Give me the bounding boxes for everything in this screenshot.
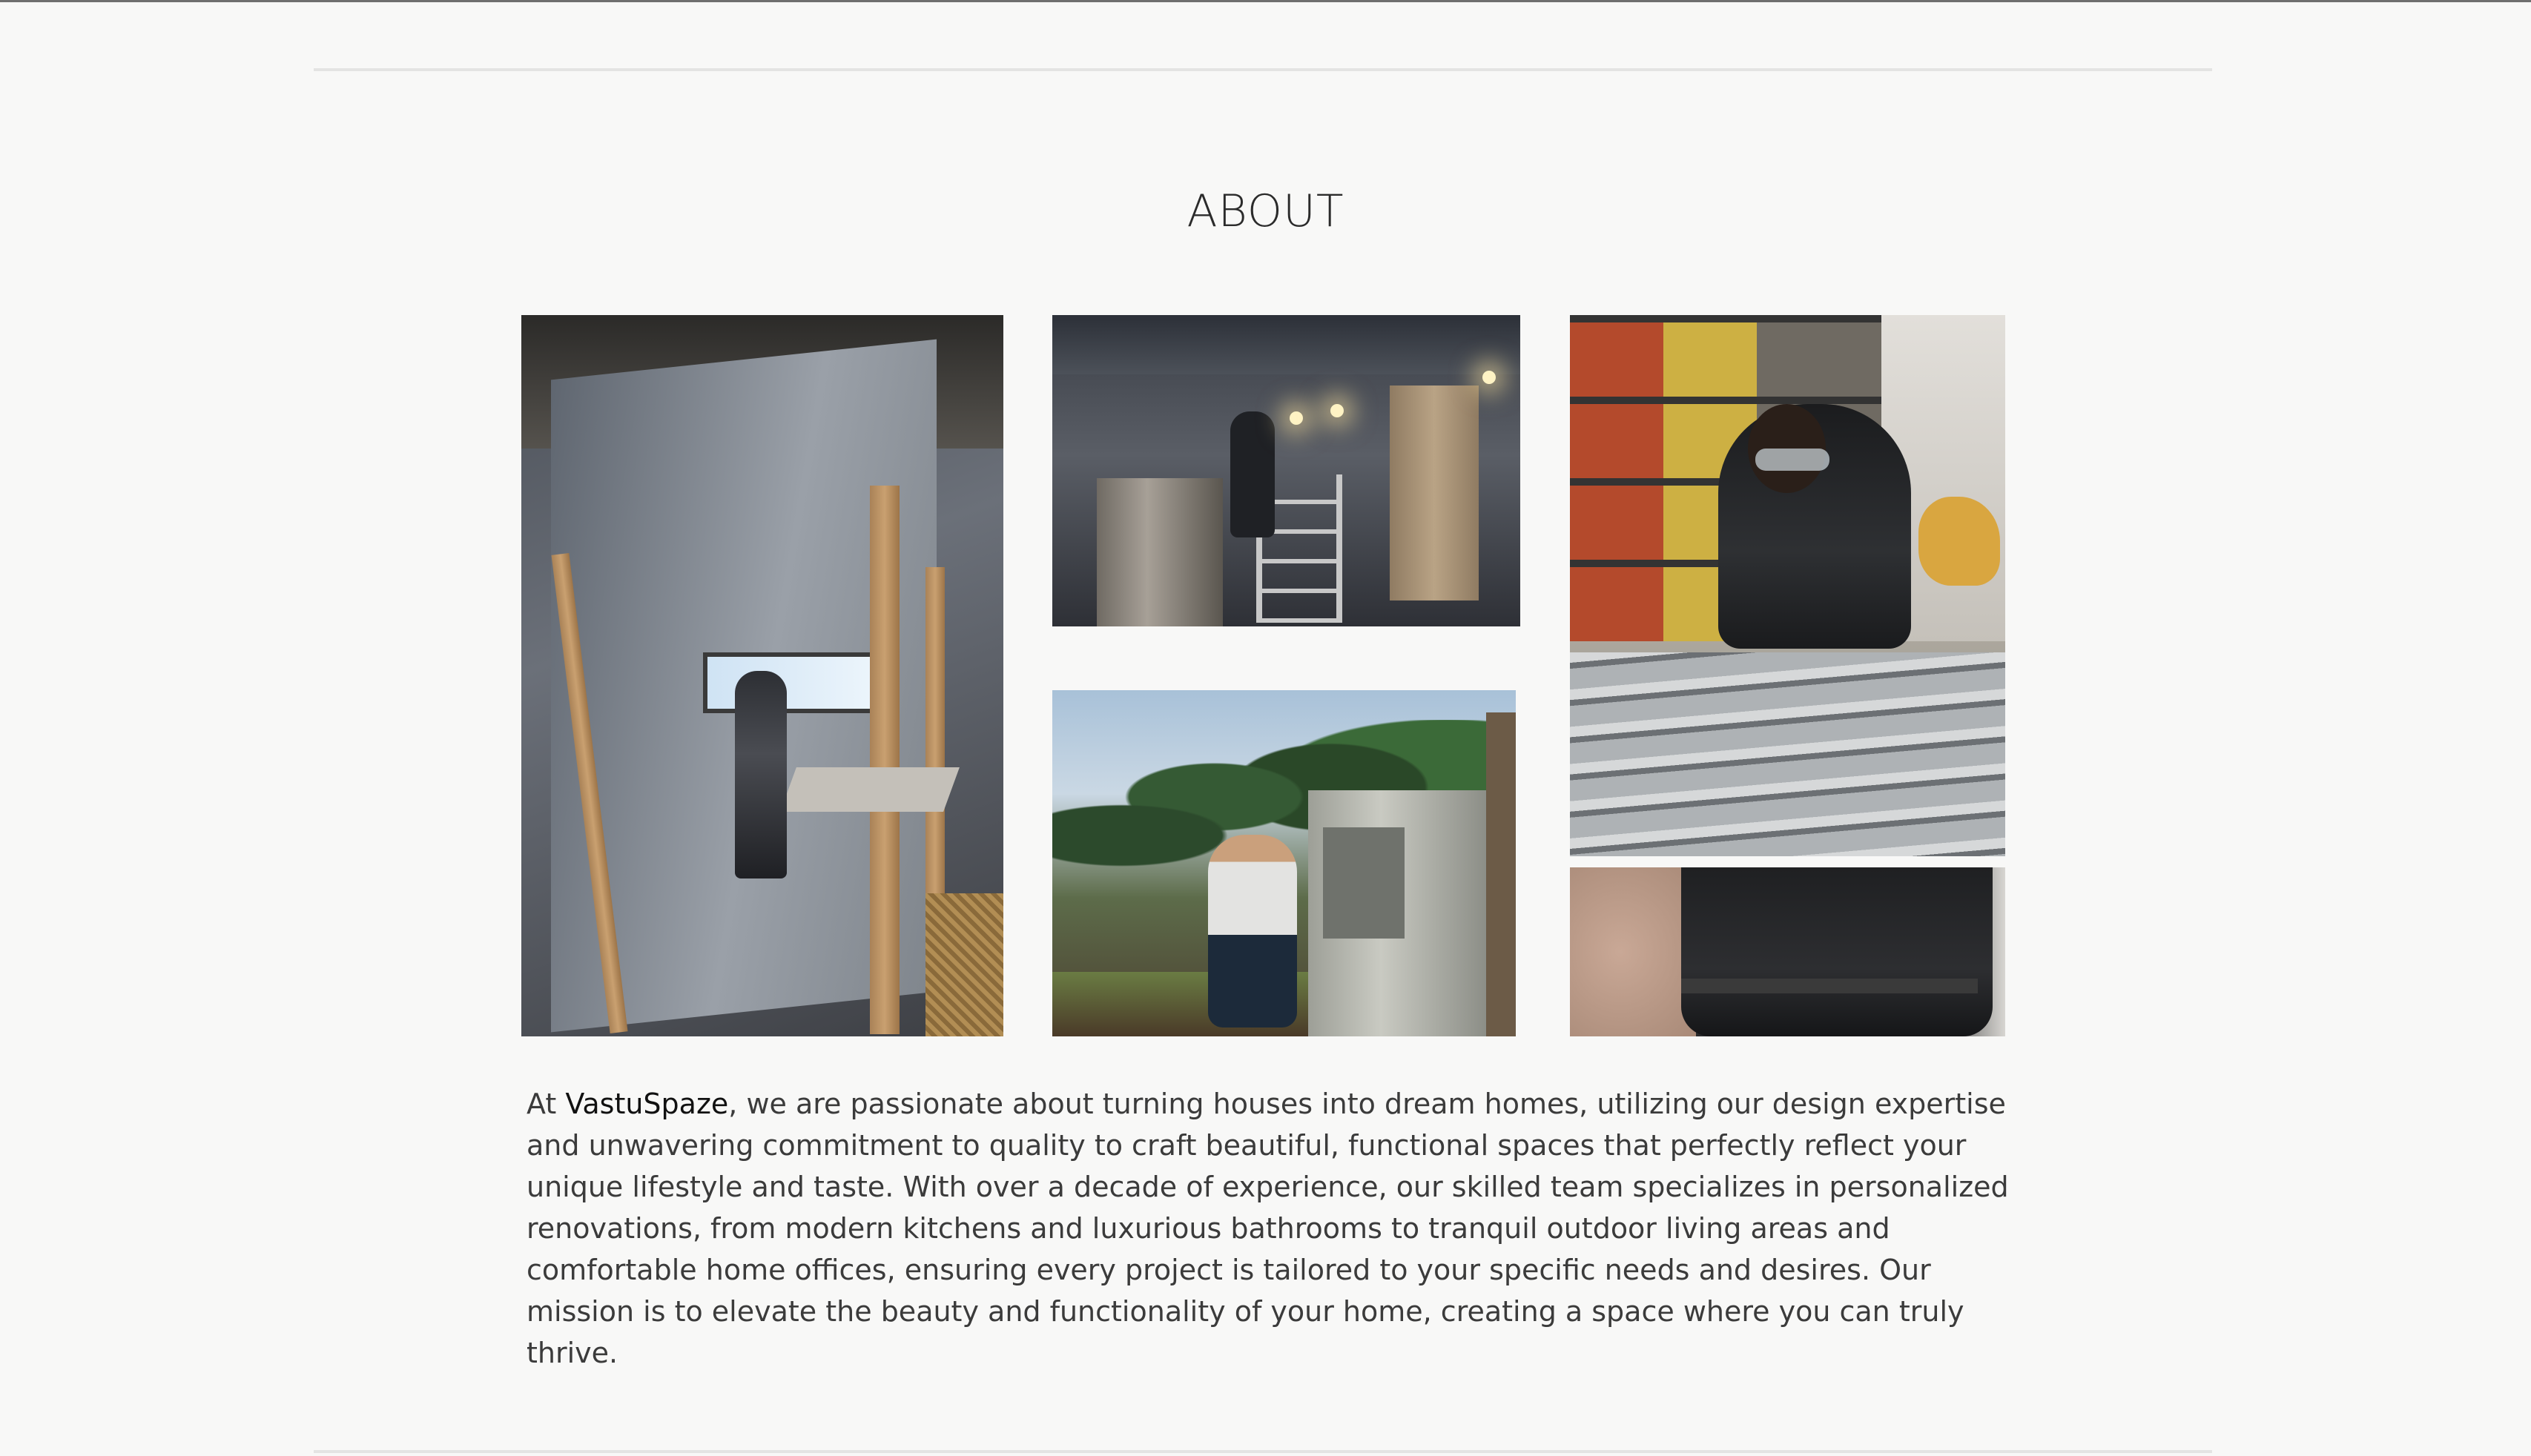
section-title: ABOUT [1187, 185, 1344, 237]
gallery-photo-closeup [1570, 867, 2005, 1036]
page-top-border [0, 0, 2531, 2]
section-divider-top [314, 68, 2212, 71]
brand-name: VastuSpaze [565, 1088, 729, 1120]
gallery-photo-electrical [1052, 690, 1516, 1036]
gallery-photo-drywall [521, 315, 1003, 1036]
about-description: At VastuSpaze, we are passionate about t… [527, 1083, 2047, 1374]
section-divider-bottom [314, 1450, 2212, 1453]
gallery-photo-ladder [1052, 315, 1520, 626]
about-prefix: At [527, 1088, 566, 1120]
gallery-photo-measuring [1570, 315, 2005, 856]
about-body: , we are passionate about turning houses… [527, 1088, 2009, 1369]
